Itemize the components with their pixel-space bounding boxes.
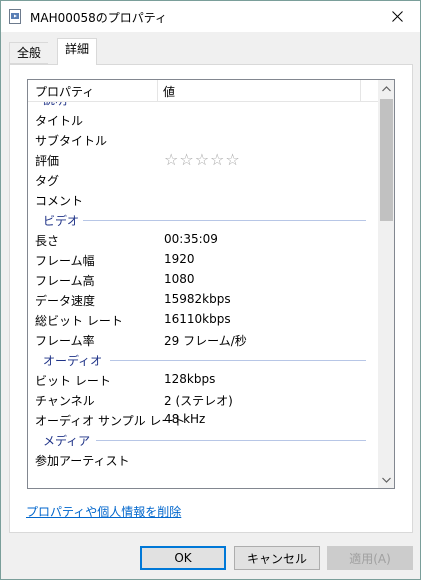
list-header: プロパティ 値 xyxy=(28,80,378,102)
property-list[interactable]: プロパティ 値 説明 タイトル サブタイトル xyxy=(27,79,395,489)
property-row[interactable]: ビット レート 128kbps xyxy=(28,370,378,390)
property-row[interactable]: 長さ 00:35:09 xyxy=(28,230,378,250)
remove-properties-link[interactable]: プロパティや個人情報を削除 xyxy=(26,503,181,520)
property-name: ビット レート xyxy=(35,374,111,388)
property-name: オーディオ サンプル レート xyxy=(35,414,186,428)
property-row[interactable]: 総ビット レート 16110kbps xyxy=(28,310,378,330)
chevron-up-icon xyxy=(382,85,391,91)
column-header-value[interactable]: 値 xyxy=(163,83,175,100)
property-row[interactable]: フレーム高 1080 xyxy=(28,270,378,290)
column-header-property[interactable]: プロパティ xyxy=(35,83,94,100)
property-name: フレーム高 xyxy=(35,274,95,288)
property-row[interactable]: フレーム率 29 フレーム/秒 xyxy=(28,330,378,350)
property-name: チャンネル xyxy=(35,394,95,408)
group-header-audio[interactable]: オーディオ xyxy=(28,350,378,370)
property-name: 総ビット レート xyxy=(35,314,123,328)
property-value[interactable]: 1920 xyxy=(164,252,195,266)
file-icon xyxy=(9,9,21,24)
property-value[interactable]: 15982kbps xyxy=(164,292,231,306)
property-value[interactable]: 1080 xyxy=(164,272,195,286)
property-row[interactable]: タイトル xyxy=(28,110,378,130)
column-divider[interactable] xyxy=(157,80,158,102)
properties-dialog: MAH00058のプロパティ 全般 詳細 プロパティ 値 説明 xyxy=(0,0,421,580)
group-divider xyxy=(83,220,366,221)
property-row[interactable]: 参加アーティスト xyxy=(28,450,378,470)
property-row[interactable]: データ速度 15982kbps xyxy=(28,290,378,310)
scroll-thumb[interactable] xyxy=(380,99,393,221)
group-header-description[interactable]: 説明 xyxy=(28,102,378,109)
property-name: タイトル xyxy=(35,114,84,128)
group-divider xyxy=(110,360,366,361)
apply-button[interactable]: 適用(A) xyxy=(327,546,413,570)
ok-button[interactable]: OK xyxy=(140,546,226,570)
property-row[interactable]: チャンネル 2 (ステレオ) xyxy=(28,390,378,410)
property-name: 長さ xyxy=(35,234,60,248)
close-icon xyxy=(391,11,403,22)
scroll-down-button[interactable] xyxy=(378,471,394,488)
group-header-media[interactable]: メディア xyxy=(28,430,378,450)
property-value[interactable]: 16110kbps xyxy=(164,312,231,326)
tab-general[interactable]: 全般 xyxy=(9,42,49,64)
property-row[interactable]: フレーム幅 1920 xyxy=(28,250,378,270)
property-value[interactable]: 48 kHz xyxy=(164,412,205,426)
property-rows: 説明 タイトル サブタイトル 評価 ☆☆☆☆☆ タグ xyxy=(28,102,378,488)
property-value[interactable]: 128kbps xyxy=(164,372,215,386)
property-value[interactable]: 00:35:09 xyxy=(164,232,218,246)
property-value[interactable]: 29 フレーム/秒 xyxy=(164,332,247,349)
property-name: 参加アーティスト xyxy=(35,454,130,468)
group-divider xyxy=(96,440,366,441)
title-bar: MAH00058のプロパティ xyxy=(1,1,420,32)
chevron-down-icon xyxy=(382,477,391,483)
property-name: タグ xyxy=(35,174,60,188)
vertical-scrollbar[interactable] xyxy=(378,80,394,488)
property-row[interactable]: タグ xyxy=(28,170,378,190)
property-row[interactable]: サブタイトル xyxy=(28,130,378,150)
property-name: データ速度 xyxy=(35,294,96,308)
details-panel: プロパティ 値 説明 タイトル サブタイトル xyxy=(9,64,413,533)
close-button[interactable] xyxy=(374,1,420,32)
property-name: サブタイトル xyxy=(35,134,108,148)
property-name: フレーム率 xyxy=(35,334,95,348)
property-row[interactable]: 評価 ☆☆☆☆☆ xyxy=(28,150,378,170)
rating-stars[interactable]: ☆☆☆☆☆ xyxy=(164,150,241,169)
property-name: コメント xyxy=(35,194,84,208)
property-row[interactable]: コメント xyxy=(28,190,378,210)
column-divider[interactable] xyxy=(360,80,361,102)
window-title: MAH00058のプロパティ xyxy=(30,11,168,25)
scroll-up-button[interactable] xyxy=(378,80,394,97)
property-row[interactable]: オーディオ サンプル レート 48 kHz xyxy=(28,410,378,430)
property-value[interactable]: 2 (ステレオ) xyxy=(164,392,233,409)
property-name: 評価 xyxy=(35,154,60,168)
cancel-button[interactable]: キャンセル xyxy=(234,546,320,570)
group-header-video[interactable]: ビデオ xyxy=(28,210,378,230)
tab-details[interactable]: 詳細 xyxy=(57,38,98,65)
property-name: フレーム幅 xyxy=(35,254,95,268)
